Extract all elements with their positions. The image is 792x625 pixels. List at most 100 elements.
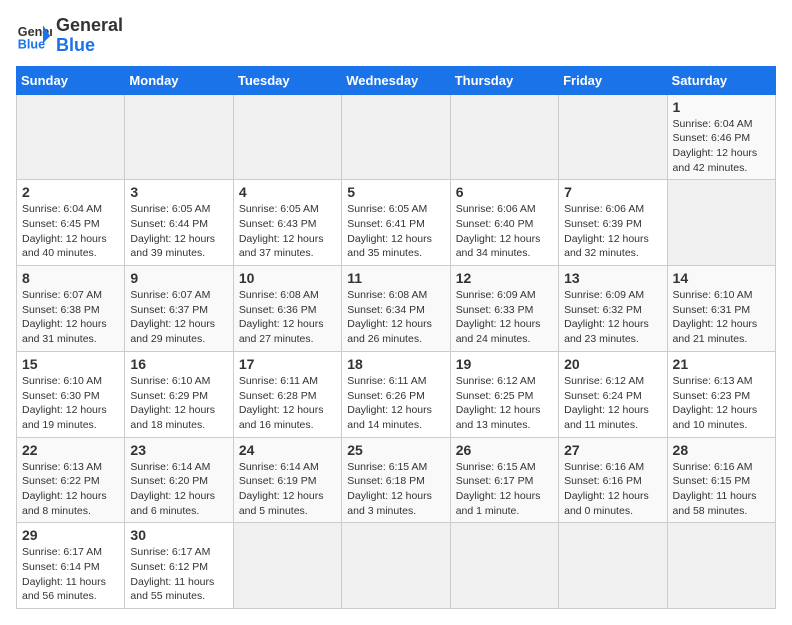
- day-number: 28: [673, 442, 770, 458]
- day-info: Sunrise: 6:05 AMSunset: 6:43 PMDaylight:…: [239, 202, 336, 261]
- calendar-day-cell: 9 Sunrise: 6:07 AMSunset: 6:37 PMDayligh…: [125, 266, 233, 352]
- calendar-day-cell: 19 Sunrise: 6:12 AMSunset: 6:25 PMDaylig…: [450, 351, 558, 437]
- day-number: 10: [239, 270, 336, 286]
- calendar-day-cell: 5 Sunrise: 6:05 AMSunset: 6:41 PMDayligh…: [342, 180, 450, 266]
- day-info: Sunrise: 6:08 AMSunset: 6:36 PMDaylight:…: [239, 288, 336, 347]
- day-info: Sunrise: 6:12 AMSunset: 6:25 PMDaylight:…: [456, 374, 553, 433]
- day-info: Sunrise: 6:05 AMSunset: 6:44 PMDaylight:…: [130, 202, 227, 261]
- logo: General Blue General Blue: [16, 16, 123, 56]
- empty-cell: [667, 523, 775, 609]
- weekday-header-row: SundayMondayTuesdayWednesdayThursdayFrid…: [17, 66, 776, 94]
- day-info: Sunrise: 6:11 AMSunset: 6:26 PMDaylight:…: [347, 374, 444, 433]
- calendar-day-cell: 15 Sunrise: 6:10 AMSunset: 6:30 PMDaylig…: [17, 351, 125, 437]
- calendar-day-cell: 24 Sunrise: 6:14 AMSunset: 6:19 PMDaylig…: [233, 437, 341, 523]
- day-number: 22: [22, 442, 119, 458]
- calendar-day-cell: 23 Sunrise: 6:14 AMSunset: 6:20 PMDaylig…: [125, 437, 233, 523]
- day-number: 26: [456, 442, 553, 458]
- day-info: Sunrise: 6:06 AMSunset: 6:39 PMDaylight:…: [564, 202, 661, 261]
- logo-general: General: [56, 16, 123, 36]
- day-number: 30: [130, 527, 227, 543]
- day-number: 18: [347, 356, 444, 372]
- day-info: Sunrise: 6:15 AMSunset: 6:18 PMDaylight:…: [347, 460, 444, 519]
- day-number: 23: [130, 442, 227, 458]
- calendar-week-row: 22 Sunrise: 6:13 AMSunset: 6:22 PMDaylig…: [17, 437, 776, 523]
- day-info: Sunrise: 6:08 AMSunset: 6:34 PMDaylight:…: [347, 288, 444, 347]
- calendar-day-cell: 10 Sunrise: 6:08 AMSunset: 6:36 PMDaylig…: [233, 266, 341, 352]
- day-number: 6: [456, 184, 553, 200]
- calendar-day-cell: 2 Sunrise: 6:04 AMSunset: 6:45 PMDayligh…: [17, 180, 125, 266]
- calendar-day-cell: 25 Sunrise: 6:15 AMSunset: 6:18 PMDaylig…: [342, 437, 450, 523]
- calendar-day-cell: 4 Sunrise: 6:05 AMSunset: 6:43 PMDayligh…: [233, 180, 341, 266]
- day-info: Sunrise: 6:17 AMSunset: 6:12 PMDaylight:…: [130, 545, 227, 604]
- calendar-day-cell: 17 Sunrise: 6:11 AMSunset: 6:28 PMDaylig…: [233, 351, 341, 437]
- weekday-header: Friday: [559, 66, 667, 94]
- empty-cell: [233, 523, 341, 609]
- day-info: Sunrise: 6:16 AMSunset: 6:15 PMDaylight:…: [673, 460, 770, 519]
- day-number: 24: [239, 442, 336, 458]
- calendar-day-cell: 21 Sunrise: 6:13 AMSunset: 6:23 PMDaylig…: [667, 351, 775, 437]
- calendar-day-cell: 7 Sunrise: 6:06 AMSunset: 6:39 PMDayligh…: [559, 180, 667, 266]
- weekday-header: Monday: [125, 66, 233, 94]
- day-number: 4: [239, 184, 336, 200]
- day-number: 27: [564, 442, 661, 458]
- day-number: 5: [347, 184, 444, 200]
- empty-cell: [342, 94, 450, 180]
- calendar-day-cell: 14 Sunrise: 6:10 AMSunset: 6:31 PMDaylig…: [667, 266, 775, 352]
- calendar-day-cell: 27 Sunrise: 6:16 AMSunset: 6:16 PMDaylig…: [559, 437, 667, 523]
- logo-icon: General Blue: [16, 18, 52, 54]
- calendar-week-row: 1 Sunrise: 6:04 AMSunset: 6:46 PMDayligh…: [17, 94, 776, 180]
- calendar-week-row: 15 Sunrise: 6:10 AMSunset: 6:30 PMDaylig…: [17, 351, 776, 437]
- logo-blue: Blue: [56, 36, 123, 56]
- empty-cell: [559, 523, 667, 609]
- day-number: 3: [130, 184, 227, 200]
- empty-cell: [559, 94, 667, 180]
- day-number: 16: [130, 356, 227, 372]
- day-number: 7: [564, 184, 661, 200]
- weekday-header: Wednesday: [342, 66, 450, 94]
- day-number: 14: [673, 270, 770, 286]
- calendar-day-cell: 18 Sunrise: 6:11 AMSunset: 6:26 PMDaylig…: [342, 351, 450, 437]
- day-info: Sunrise: 6:11 AMSunset: 6:28 PMDaylight:…: [239, 374, 336, 433]
- calendar-day-cell: 3 Sunrise: 6:05 AMSunset: 6:44 PMDayligh…: [125, 180, 233, 266]
- day-number: 1: [673, 99, 770, 115]
- weekday-header: Sunday: [17, 66, 125, 94]
- day-info: Sunrise: 6:15 AMSunset: 6:17 PMDaylight:…: [456, 460, 553, 519]
- calendar-day-cell: 16 Sunrise: 6:10 AMSunset: 6:29 PMDaylig…: [125, 351, 233, 437]
- day-info: Sunrise: 6:09 AMSunset: 6:32 PMDaylight:…: [564, 288, 661, 347]
- day-info: Sunrise: 6:06 AMSunset: 6:40 PMDaylight:…: [456, 202, 553, 261]
- day-number: 9: [130, 270, 227, 286]
- day-number: 13: [564, 270, 661, 286]
- weekday-header: Thursday: [450, 66, 558, 94]
- empty-cell: [125, 94, 233, 180]
- day-info: Sunrise: 6:10 AMSunset: 6:31 PMDaylight:…: [673, 288, 770, 347]
- day-info: Sunrise: 6:13 AMSunset: 6:22 PMDaylight:…: [22, 460, 119, 519]
- calendar-day-cell: 28 Sunrise: 6:16 AMSunset: 6:15 PMDaylig…: [667, 437, 775, 523]
- calendar-week-row: 8 Sunrise: 6:07 AMSunset: 6:38 PMDayligh…: [17, 266, 776, 352]
- day-info: Sunrise: 6:07 AMSunset: 6:37 PMDaylight:…: [130, 288, 227, 347]
- calendar-table: SundayMondayTuesdayWednesdayThursdayFrid…: [16, 66, 776, 610]
- day-info: Sunrise: 6:17 AMSunset: 6:14 PMDaylight:…: [22, 545, 119, 604]
- page-header: General Blue General Blue: [16, 16, 776, 56]
- day-info: Sunrise: 6:07 AMSunset: 6:38 PMDaylight:…: [22, 288, 119, 347]
- calendar-week-row: 2 Sunrise: 6:04 AMSunset: 6:45 PMDayligh…: [17, 180, 776, 266]
- calendar-day-cell: 30 Sunrise: 6:17 AMSunset: 6:12 PMDaylig…: [125, 523, 233, 609]
- empty-cell: [233, 94, 341, 180]
- weekday-header: Tuesday: [233, 66, 341, 94]
- day-info: Sunrise: 6:04 AMSunset: 6:46 PMDaylight:…: [673, 117, 770, 176]
- empty-cell: [17, 94, 125, 180]
- day-info: Sunrise: 6:10 AMSunset: 6:30 PMDaylight:…: [22, 374, 119, 433]
- calendar-day-cell: 1 Sunrise: 6:04 AMSunset: 6:46 PMDayligh…: [667, 94, 775, 180]
- day-number: 2: [22, 184, 119, 200]
- day-number: 11: [347, 270, 444, 286]
- weekday-header: Saturday: [667, 66, 775, 94]
- calendar-day-cell: 20 Sunrise: 6:12 AMSunset: 6:24 PMDaylig…: [559, 351, 667, 437]
- day-info: Sunrise: 6:04 AMSunset: 6:45 PMDaylight:…: [22, 202, 119, 261]
- day-number: 21: [673, 356, 770, 372]
- day-info: Sunrise: 6:16 AMSunset: 6:16 PMDaylight:…: [564, 460, 661, 519]
- empty-cell: [342, 523, 450, 609]
- calendar-day-cell: 8 Sunrise: 6:07 AMSunset: 6:38 PMDayligh…: [17, 266, 125, 352]
- day-number: 17: [239, 356, 336, 372]
- calendar-day-cell: 29 Sunrise: 6:17 AMSunset: 6:14 PMDaylig…: [17, 523, 125, 609]
- day-number: 12: [456, 270, 553, 286]
- day-number: 19: [456, 356, 553, 372]
